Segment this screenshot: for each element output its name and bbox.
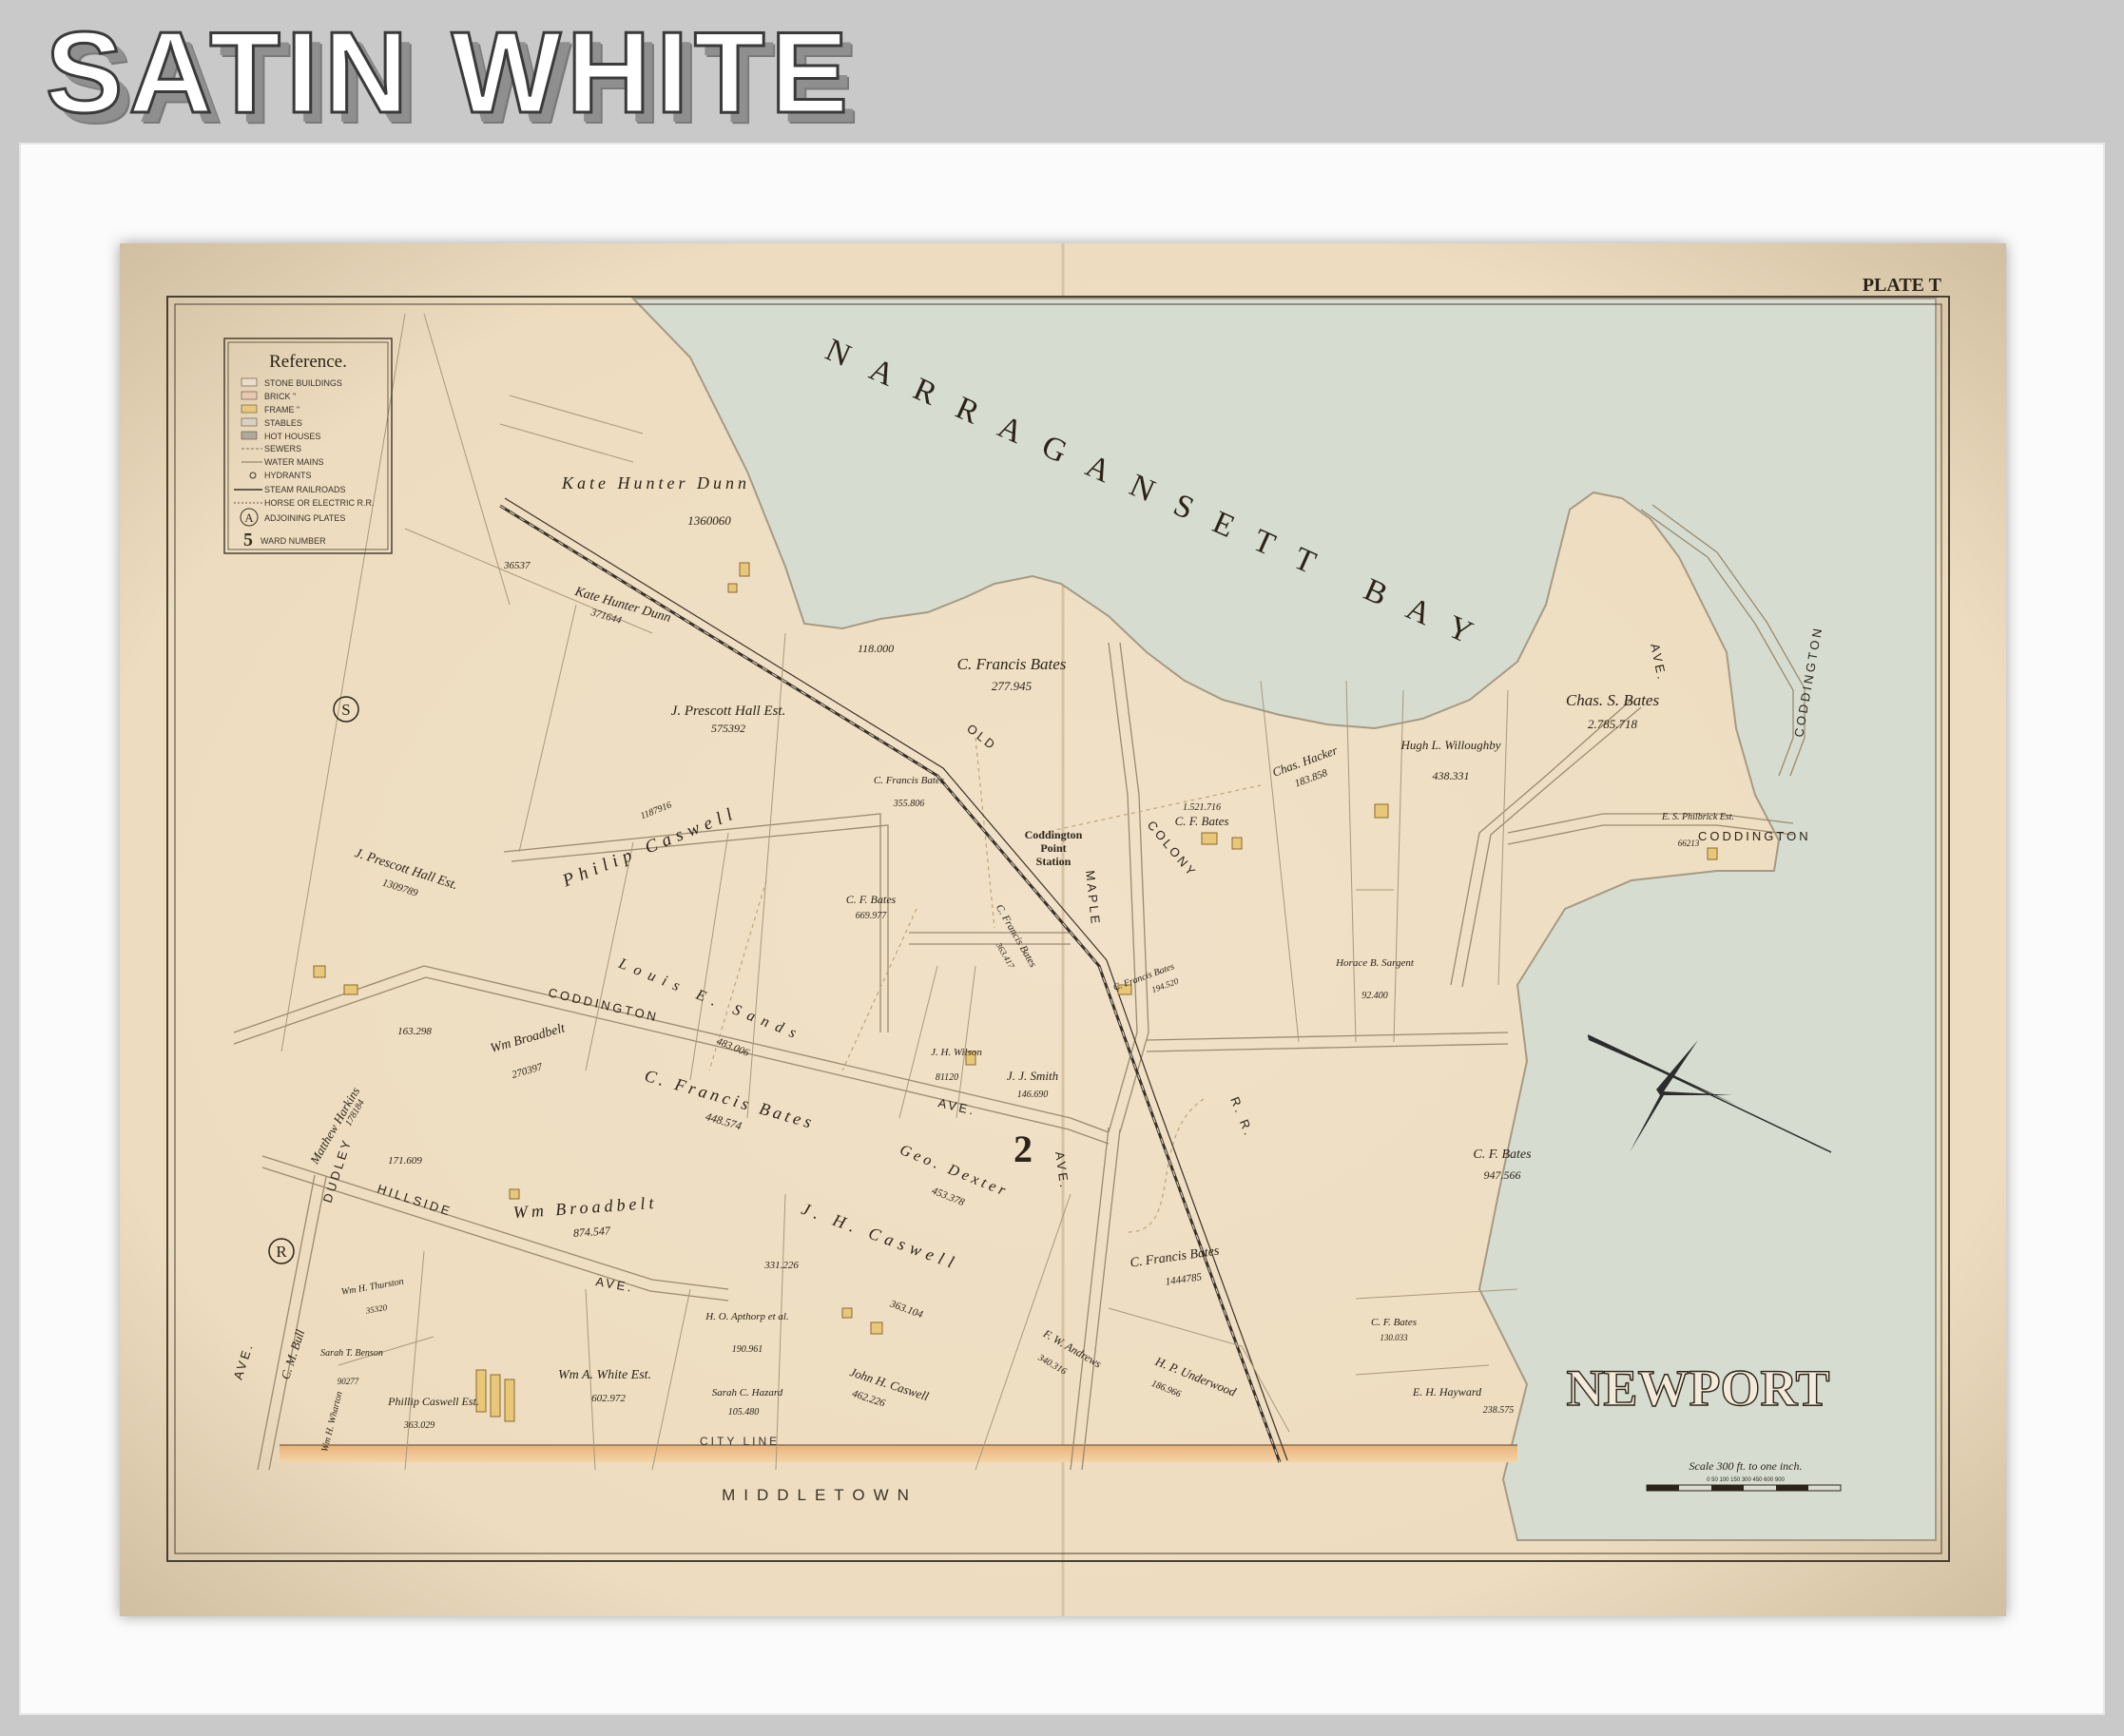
svg-text:602.972: 602.972 [591,1393,626,1404]
svg-text:C. Francis Bates: C. Francis Bates [957,655,1067,673]
svg-text:874.547: 874.547 [572,1224,611,1240]
svg-text:Hugh L. Willoughby: Hugh L. Willoughby [1400,738,1500,752]
legend-item: SEWERS [264,444,301,453]
svg-text:Phillip Caswell Est.: Phillip Caswell Est. [387,1395,479,1408]
building [509,1188,520,1200]
legend-item: WATER MAINS [264,457,324,467]
svg-text:171.609: 171.609 [388,1155,422,1167]
svg-text:130.033: 130.033 [1380,1333,1408,1342]
svg-text:575392: 575392 [711,722,745,735]
map-canvas: Reference. STONE BUILDINGS BRICK " FRAME… [120,243,2006,1616]
svg-text:Horace B. Sargent: Horace B. Sargent [1335,957,1415,969]
svg-text:Kate Hunter Dunn: Kate Hunter Dunn [561,473,750,492]
svg-text:92.400: 92.400 [1361,991,1388,1001]
station-line: Station [1036,855,1072,868]
svg-text:E. H. Hayward: E. H. Hayward [1412,1385,1482,1398]
parcel-label: C. F. Bates1.521.716 [1175,802,1229,828]
parcel-label: 163.298 [397,1026,432,1037]
svg-text:1360060: 1360060 [687,513,731,528]
adjoining-plate-letter: R [276,1243,287,1261]
svg-text:90277: 90277 [338,1377,359,1386]
city-line-band [280,1445,1517,1462]
legend-item: HORSE OR ELECTRIC R.R. [264,498,375,508]
svg-text:Chas. S. Bates: Chas. S. Bates [1566,691,1660,709]
banner-title: SATIN WHITE [45,7,854,139]
svg-text:36537: 36537 [503,560,531,571]
svg-text:238.575: 238.575 [1483,1405,1515,1416]
svg-text:C. F. Bates: C. F. Bates [1473,1148,1532,1162]
svg-text:947.566: 947.566 [1484,1168,1521,1182]
plate-label: PLATE T [1863,275,1942,296]
town-below-label: MIDDLETOWN [722,1486,917,1504]
legend-item: BRICK " [264,392,296,401]
city-line-label: CITY LINE [700,1435,780,1448]
building [1231,837,1243,850]
building [739,562,750,577]
svg-text:Sarah C. Hazard: Sarah C. Hazard [712,1387,783,1398]
svg-text:J. H. Wilson: J. H. Wilson [931,1047,982,1058]
svg-text:438.331: 438.331 [1433,769,1470,782]
parcel-label: 171.609 [388,1155,422,1167]
svg-text:669.977: 669.977 [856,911,888,921]
building [727,583,738,593]
map-print: Reference. STONE BUILDINGS BRICK " FRAME… [120,243,2006,1616]
legend-item: STABLES [264,418,302,428]
legend-title: Reference. [269,352,347,372]
scale-label: Scale 300 ft. to one inch. [1690,1459,1803,1473]
building [1374,803,1389,819]
svg-text:190.961: 190.961 [732,1344,763,1355]
svg-text:Sarah T. Benson: Sarah T. Benson [320,1348,383,1359]
map-title: NEWPORT [1566,1360,1829,1417]
building [343,984,358,995]
legend-item: HOT HOUSES [264,432,320,441]
svg-text:H. O. Apthorp et al.: H. O. Apthorp et al. [705,1311,789,1322]
station-line: Coddington [1025,828,1083,841]
legend-item: STEAM RAILROADS [264,485,346,494]
building [490,1374,501,1418]
scale-ticks: 0 50 100 150 300 450 600 900 [1707,1477,1785,1483]
ward-number: 2 [1014,1128,1033,1170]
svg-text:Wm A. White Est.: Wm A. White Est. [558,1368,651,1382]
svg-text:163.298: 163.298 [397,1026,432,1037]
legend-circle-letter: A [244,511,254,525]
svg-text:105.480: 105.480 [728,1407,760,1418]
svg-text:81120: 81120 [936,1072,958,1083]
svg-text:C. F. Bates: C. F. Bates [1175,814,1229,828]
svg-text:118.000: 118.000 [858,642,894,655]
building [504,1379,515,1422]
svg-text:J. Prescott Hall Est.: J. Prescott Hall Est. [671,704,786,719]
svg-text:C. Francis Bates: C. Francis Bates [874,775,944,786]
svg-text:C. F. Bates: C. F. Bates [1371,1317,1417,1328]
legend-item: WARD NUMBER [261,536,326,546]
svg-text:146.690: 146.690 [1017,1090,1049,1100]
building [313,965,326,978]
svg-text:355.806: 355.806 [893,799,925,809]
building [1201,832,1218,845]
svg-text:363.029: 363.029 [403,1420,435,1431]
parcel-label: 36537 [503,560,531,571]
parcel-label: 118.000 [858,642,894,655]
building [1707,847,1718,860]
building [870,1321,883,1335]
svg-text:331.226: 331.226 [763,1260,799,1271]
svg-text:C. F. Bates: C. F. Bates [846,893,897,906]
svg-text:E. S. Philbrick Est.: E. S. Philbrick Est. [1661,812,1734,822]
svg-text:J. J. Smith: J. J. Smith [1007,1069,1058,1083]
legend-item: ADJOINING PLATES [264,513,345,523]
legend-item: STONE BUILDINGS [264,378,342,388]
station-line: Point [1040,841,1066,855]
legend-item: HYDRANTS [264,471,312,480]
adjoining-plate-letter: S [341,701,350,719]
svg-text:2.785.718: 2.785.718 [1588,717,1638,731]
building [841,1307,853,1319]
svg-text:66213: 66213 [1678,839,1700,848]
svg-text:277.945: 277.945 [992,679,1033,693]
parcel-label: 331.226 [763,1260,799,1271]
street-label: CODDINGTON [1698,829,1811,843]
svg-text:1.521.716: 1.521.716 [1183,802,1221,813]
legend-item: FRAME " [264,405,299,415]
legend-ward-digit: 5 [243,530,253,550]
